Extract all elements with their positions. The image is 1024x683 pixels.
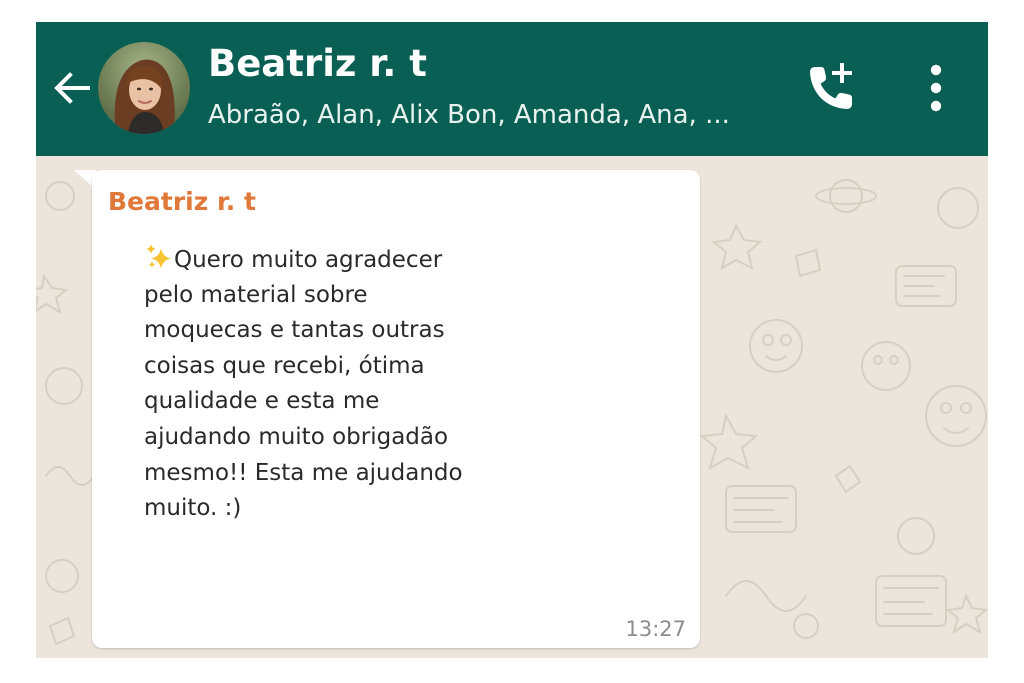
add-call-icon (810, 63, 852, 109)
message-line: moquecas e tantas outras (144, 317, 445, 344)
message-line: coisas que recebi, ótima (144, 352, 425, 379)
message-line: pelo material sobre (144, 281, 368, 308)
more-vertical-icon (930, 64, 942, 112)
participants-list[interactable]: Abraão, Alan, Alix Bon, Amanda, Ana, ... (208, 98, 730, 132)
avatar[interactable] (98, 42, 190, 134)
message-line: muito. :) (144, 495, 242, 522)
message-line: ajudando muito obrigadão (144, 423, 449, 450)
chat-window: Beatriz r. t Abraão, Alan, Alix Bon, Ama… (36, 22, 988, 658)
sparkles-icon (146, 244, 171, 269)
message-line: Quero muito agradecer (144, 242, 463, 278)
message-bubble[interactable]: Beatriz r. t Quero muito agradecer pelo … (92, 170, 700, 648)
add-call-button[interactable] (802, 60, 860, 118)
arrow-left-icon (54, 72, 90, 104)
message-timestamp: 13:27 (625, 617, 686, 641)
message-line: qualidade e esta me (144, 388, 380, 415)
back-button[interactable] (50, 66, 94, 110)
message-text: Quero muito agradecer pelo material sobr… (144, 242, 463, 527)
chat-area[interactable]: Beatriz r. t Quero muito agradecer pelo … (36, 156, 988, 658)
chat-header: Beatriz r. t Abraão, Alan, Alix Bon, Ama… (36, 22, 988, 156)
more-options-button[interactable] (916, 62, 956, 116)
sender-name: Beatriz r. t (108, 187, 256, 216)
chat-title[interactable]: Beatriz r. t (208, 42, 427, 86)
message-line: mesmo!! Esta me ajudando (144, 459, 463, 486)
